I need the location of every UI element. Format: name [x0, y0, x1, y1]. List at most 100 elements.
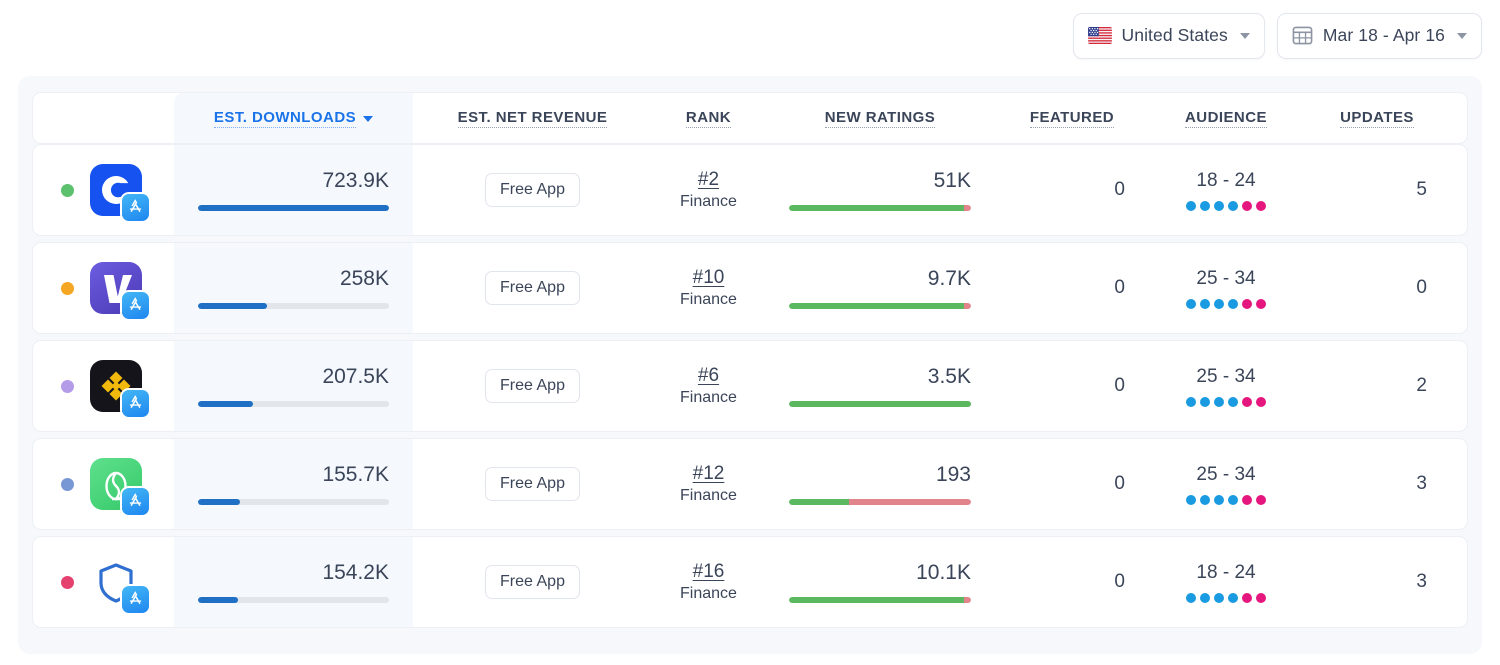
- cell-revenue: Free App: [413, 243, 652, 333]
- cell-featured: 0: [995, 439, 1149, 529]
- free-app-badge[interactable]: Free App: [485, 271, 580, 305]
- table-row[interactable]: 723.9KFree App#2Finance51K018 - 245: [32, 144, 1468, 236]
- featured-value: 0: [995, 439, 1149, 529]
- rank-value[interactable]: #16: [693, 561, 725, 583]
- downloads-bar: [198, 499, 389, 505]
- country-filter-button[interactable]: United States: [1073, 13, 1265, 59]
- header-label-downloads[interactable]: EST. DOWNLOADS: [214, 109, 356, 128]
- header-label-audience[interactable]: AUDIENCE: [1185, 109, 1267, 128]
- header-label-rank[interactable]: RANK: [686, 109, 731, 128]
- sort-desc-icon[interactable]: [363, 116, 373, 122]
- featured-value: 0: [995, 145, 1149, 235]
- rank-value[interactable]: #12: [693, 463, 725, 485]
- new-ratings-bar: [789, 597, 971, 603]
- new-ratings-bar: [789, 205, 971, 211]
- audience-range: 25 - 34: [1196, 464, 1255, 486]
- audience-gender-dots: [1186, 299, 1266, 309]
- shield-app-icon[interactable]: [90, 556, 142, 608]
- cell-audience: 18 - 24: [1149, 537, 1303, 627]
- rank-value[interactable]: #2: [698, 169, 719, 191]
- updates-value: 3: [1303, 439, 1451, 529]
- featured-value: 0: [995, 341, 1149, 431]
- status-dot: [61, 478, 74, 491]
- app-store-badge-icon: [122, 194, 149, 221]
- cell-audience: 25 - 34: [1149, 243, 1303, 333]
- cell-new-ratings: 51K: [765, 145, 995, 235]
- cell-rank: #6Finance: [652, 341, 765, 431]
- status-dot: [61, 576, 74, 589]
- free-app-badge[interactable]: Free App: [485, 369, 580, 403]
- cell-audience: 25 - 34: [1149, 341, 1303, 431]
- header-cell-revenue[interactable]: EST. NET REVENUE: [413, 93, 652, 143]
- robinhood-app-icon[interactable]: [90, 458, 142, 510]
- cell-updates: 3: [1303, 439, 1451, 529]
- table-row[interactable]: 155.7K Free App #12 Finance 1930 25 - 34 3: [32, 438, 1468, 530]
- downloads-value: 258K: [198, 268, 389, 289]
- updates-value: 5: [1303, 145, 1451, 235]
- downloads-value: 723.9K: [198, 170, 389, 191]
- free-app-badge[interactable]: Free App: [485, 173, 580, 207]
- date-range-label: Mar 18 - Apr 16: [1323, 25, 1445, 46]
- header-cell-featured[interactable]: FEATURED: [995, 93, 1149, 143]
- header-label-featured[interactable]: FEATURED: [1030, 109, 1114, 128]
- updates-value: 3: [1303, 537, 1451, 627]
- cell-rank: #10 Finance: [652, 243, 765, 333]
- cell-featured: 0: [995, 341, 1149, 431]
- new-ratings-value: 9.7K: [789, 268, 971, 289]
- downloads-bar: [198, 401, 389, 407]
- cell-revenue: Free App: [413, 145, 652, 235]
- coinbase-app-icon[interactable]: [90, 164, 142, 216]
- cell-rank: #16Finance: [652, 537, 765, 627]
- audience-range: 18 - 24: [1196, 562, 1255, 584]
- cell-new-ratings: 10.1K: [765, 537, 995, 627]
- header-cell-rank[interactable]: RANK: [652, 93, 765, 143]
- featured-value: 0: [995, 537, 1149, 627]
- header-cell-audience[interactable]: AUDIENCE: [1149, 93, 1303, 143]
- table-row[interactable]: 207.5KFree App#6Finance3.5K025 - 342: [32, 340, 1468, 432]
- rank-category: Finance: [680, 291, 737, 309]
- cell-app: [33, 243, 174, 333]
- app-store-badge-icon: [122, 390, 149, 417]
- cell-featured: 0: [995, 243, 1149, 333]
- free-app-badge[interactable]: Free App: [485, 467, 580, 501]
- cell-audience: 18 - 24: [1149, 145, 1303, 235]
- cell-new-ratings: 9.7K: [765, 243, 995, 333]
- chevron-down-icon: [1457, 33, 1467, 39]
- header-label-ratings[interactable]: NEW RATINGS: [825, 109, 936, 128]
- date-range-button[interactable]: Mar 18 - Apr 16: [1277, 13, 1482, 59]
- binance-app-icon[interactable]: [90, 360, 142, 412]
- new-ratings-value: 51K: [789, 170, 971, 191]
- table-body: 723.9KFree App#2Finance51K018 - 245258KF…: [32, 144, 1468, 628]
- header-cell-ratings[interactable]: NEW RATINGS: [765, 93, 995, 143]
- calendar-icon: [1292, 25, 1313, 46]
- cell-downloads: 155.7K: [174, 439, 413, 529]
- table-header-row: EST. DOWNLOADS EST. NET REVENUE RANK NEW…: [32, 92, 1468, 144]
- cell-new-ratings: 3.5K: [765, 341, 995, 431]
- free-app-badge[interactable]: Free App: [485, 565, 580, 599]
- cell-downloads: 258K: [174, 243, 413, 333]
- cell-downloads: 723.9K: [174, 145, 413, 235]
- cell-app: [33, 439, 174, 529]
- rank-category: Finance: [680, 487, 737, 505]
- new-ratings-bar: [789, 499, 971, 505]
- table-row[interactable]: 258KFree App#10Finance9.7K025 - 340: [32, 242, 1468, 334]
- app-store-badge-icon: [122, 488, 149, 515]
- country-filter-label: United States: [1122, 25, 1228, 46]
- audience-gender-dots: [1186, 593, 1266, 603]
- header-label-updates[interactable]: UPDATES: [1340, 109, 1414, 128]
- chevron-down-icon: [1240, 33, 1250, 39]
- cell-downloads: 207.5K: [174, 341, 413, 431]
- cell-new-ratings: 193: [765, 439, 995, 529]
- cell-featured: 0: [995, 537, 1149, 627]
- audience-gender-dots: [1186, 495, 1266, 505]
- table-row[interactable]: 154.2KFree App#16Finance10.1K018 - 243: [32, 536, 1468, 628]
- downloads-bar: [198, 205, 389, 211]
- venmo-app-icon[interactable]: [90, 262, 142, 314]
- rank-value[interactable]: #10: [693, 267, 725, 289]
- cell-audience: 25 - 34: [1149, 439, 1303, 529]
- header-cell-downloads[interactable]: EST. DOWNLOADS: [174, 93, 413, 143]
- header-cell-updates[interactable]: UPDATES: [1303, 93, 1451, 143]
- header-label-revenue[interactable]: EST. NET REVENUE: [458, 109, 608, 128]
- cell-revenue: Free App: [413, 537, 652, 627]
- rank-value[interactable]: #6: [698, 365, 719, 387]
